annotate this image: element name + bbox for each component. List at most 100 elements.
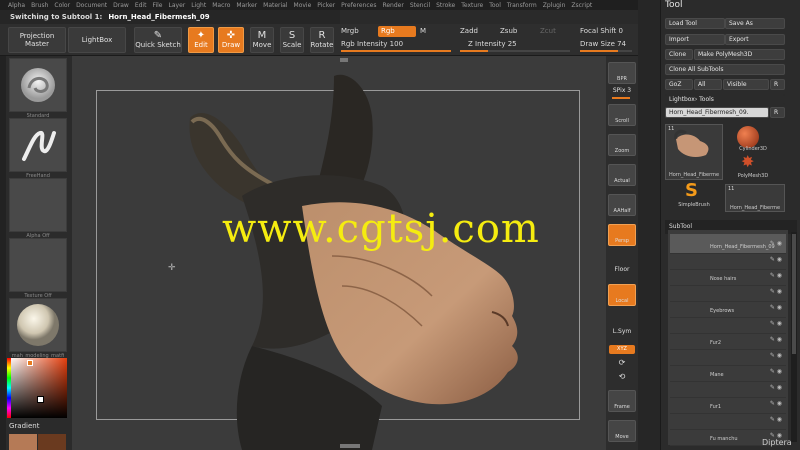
color-cursor[interactable]	[37, 396, 44, 403]
spix-slider[interactable]: SPix 3	[606, 87, 638, 94]
menu-item-edit[interactable]: Edit	[135, 2, 147, 9]
polymesh3d-tool-icon[interactable]: ✸	[741, 154, 754, 170]
import-button[interactable]: Import	[665, 34, 725, 45]
export-button[interactable]: Export	[725, 34, 785, 45]
lsym-button[interactable]: L.Sym	[606, 328, 638, 335]
menu-item-brush[interactable]: Brush	[31, 2, 48, 9]
z-intensity-track[interactable]	[460, 50, 570, 52]
subtool-visibility-icon[interactable]: ✎ ◉	[770, 352, 782, 359]
canvas-viewport[interactable]: ✛ www.cgtsj.com	[72, 56, 606, 450]
scale-button[interactable]: S Scale	[280, 27, 304, 53]
menu-item-zscript[interactable]: Zscript	[571, 2, 592, 9]
menu-item-light[interactable]: Light	[191, 2, 206, 9]
bpr-button[interactable]: BPR	[608, 62, 636, 84]
menu-item-texture[interactable]: Texture	[461, 2, 483, 9]
subtool-visibility-icon[interactable]: ✎ ◉	[770, 384, 782, 391]
actual-button[interactable]: Actual	[608, 164, 636, 186]
horn-head-tool-thumbnail[interactable]: 11 Horn_Head_Fiberme	[665, 124, 723, 180]
panel-divider[interactable]	[638, 0, 660, 450]
menu-item-material[interactable]: Material	[263, 2, 287, 9]
menu-item-stroke[interactable]: Stroke	[436, 2, 455, 9]
frame-button[interactable]: Frame	[608, 390, 636, 412]
primary-color-swatch[interactable]	[27, 360, 33, 366]
make-polymesh-button[interactable]: Make PolyMesh3D	[694, 49, 785, 60]
m-toggle[interactable]: M	[420, 27, 426, 35]
focal-shift-slider[interactable]: Focal Shift 0	[580, 27, 623, 35]
menu-item-file[interactable]: File	[152, 2, 162, 9]
current-tool-r-button[interactable]: R	[770, 107, 785, 118]
rotate-axis-icon[interactable]: ⟳	[606, 358, 638, 367]
rotate-button[interactable]: R Rotate	[310, 27, 334, 53]
mrgb-toggle[interactable]: Mrgb	[341, 27, 359, 35]
goz-button[interactable]: GoZ	[665, 79, 693, 90]
draw-button[interactable]: ✜ Draw	[218, 27, 244, 53]
draw-size-track[interactable]	[580, 50, 632, 52]
hue-strip[interactable]	[7, 358, 11, 418]
menu-item-picker[interactable]: Picker	[317, 2, 335, 9]
draw-size-slider[interactable]: Draw Size 74	[580, 40, 626, 48]
subtool-visibility-icon[interactable]: ✎ ◉	[770, 320, 782, 327]
subtool-visibility-icon[interactable]: ✎ ◉	[770, 256, 782, 263]
menu-item-macro[interactable]: Macro	[212, 2, 230, 9]
menu-item-stencil[interactable]: Stencil	[410, 2, 430, 9]
menu-item-document[interactable]: Document	[76, 2, 107, 9]
menu-item-draw[interactable]: Draw	[113, 2, 129, 9]
local-button[interactable]: Local	[608, 284, 636, 306]
menu-item-zplugin[interactable]: Zplugin	[543, 2, 566, 9]
menu-item-layer[interactable]: Layer	[169, 2, 186, 9]
aahalf-button[interactable]: AAHalf	[608, 194, 636, 216]
main-color-swatch[interactable]	[9, 434, 37, 450]
zadd-toggle[interactable]: Zadd	[460, 27, 478, 35]
all-button[interactable]: All	[694, 79, 722, 90]
material-thumbnail[interactable]: mah_modeling_matfi	[9, 298, 67, 359]
secondary-color-swatch[interactable]	[38, 434, 66, 450]
persp-button[interactable]: Persp	[608, 224, 636, 246]
brush-thumbnail[interactable]: Standard	[9, 58, 67, 119]
current-tool-field[interactable]: Horn_Head_Fibermesh_09.	[665, 107, 769, 118]
scroll-button[interactable]: Scroll	[608, 104, 636, 126]
menu-item-color[interactable]: Color	[54, 2, 70, 9]
subtool-visibility-icon[interactable]: ✎ ◉	[770, 272, 782, 279]
zsub-toggle[interactable]: Zsub	[500, 27, 517, 35]
menu-item-preferences[interactable]: Preferences	[341, 2, 376, 9]
subtool-visibility-icon[interactable]: ✎ ◉	[770, 304, 782, 311]
menu-item-movie[interactable]: Movie	[294, 2, 312, 9]
menu-item-alpha[interactable]: Alpha	[8, 2, 25, 9]
subtool-visibility-icon[interactable]: ✎ ◉	[770, 400, 782, 407]
color-picker[interactable]	[7, 358, 67, 418]
projection-master-button[interactable]: Projection Master	[8, 27, 66, 53]
horn-head-small-thumbnail[interactable]: 11 Horn_Head_Fiberme	[725, 184, 785, 212]
rgb-intensity-slider[interactable]: Rgb Intensity 100	[341, 40, 403, 48]
floor-button[interactable]: Floor	[606, 266, 638, 273]
menu-item-marker[interactable]: Marker	[236, 2, 257, 9]
texture-thumbnail[interactable]: Texture Off	[9, 238, 67, 299]
move-button[interactable]: M Move	[250, 27, 274, 53]
rotate-axis-2-icon[interactable]: ⟲	[606, 372, 638, 381]
alpha-thumbnail[interactable]: Alpha Off	[9, 178, 67, 239]
subtool-visibility-icon[interactable]: ✎ ◉	[770, 336, 782, 343]
load-tool-button[interactable]: Load Tool	[665, 18, 725, 29]
subtool-visibility-icon[interactable]: ✎ ◉	[770, 240, 782, 247]
save-as-button[interactable]: Save As	[725, 18, 785, 29]
menu-item-transform[interactable]: Transform	[507, 2, 537, 9]
edit-button[interactable]: ✦ Edit	[188, 27, 214, 53]
clone-all-subtools-button[interactable]: Clone All SubTools	[665, 64, 785, 75]
subtool-scrollbar[interactable]	[791, 232, 797, 442]
z-intensity-slider[interactable]: Z Intensity 25	[468, 40, 517, 48]
cylinder3d-tool-icon[interactable]	[737, 126, 759, 148]
subtool-visibility-icon[interactable]: ✎ ◉	[770, 416, 782, 423]
visible-button[interactable]: Visible	[723, 79, 769, 90]
stroke-thumbnail[interactable]: FreeHand	[9, 118, 67, 179]
subtool-visibility-icon[interactable]: ✎ ◉	[770, 288, 782, 295]
zoom-button[interactable]: Zoom	[608, 134, 636, 156]
rgb-toggle[interactable]: Rgb	[378, 26, 416, 37]
quick-sketch-button[interactable]: ✎ Quick Sketch	[134, 27, 182, 53]
simplebrush-tool-icon[interactable]: S	[685, 182, 698, 200]
lightbox-button[interactable]: LightBox	[68, 27, 126, 53]
xyz-button[interactable]: XYZ	[609, 345, 635, 354]
rgb-intensity-track[interactable]	[341, 50, 451, 52]
menu-item-tool[interactable]: Tool	[489, 2, 501, 9]
subtool-visibility-icon[interactable]: ✎ ◉	[770, 368, 782, 375]
subtool-scroll-thumb[interactable]	[792, 234, 796, 354]
goz-r-button[interactable]: R	[770, 79, 785, 90]
